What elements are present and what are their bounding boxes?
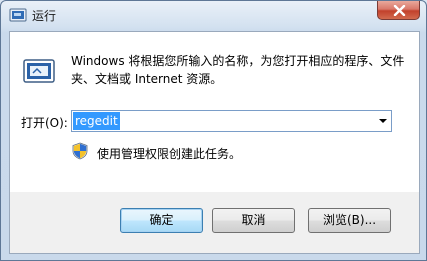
uac-shield-icon (72, 142, 88, 160)
dialog-client-area: Windows 将根据您所输入的名称，为您打开相应的程序、文件夹、文档或 Int… (9, 31, 420, 254)
dialog-description: Windows 将根据您所输入的名称，为您打开相应的程序、文件夹、文档或 Int… (71, 54, 405, 86)
chevron-down-icon[interactable] (379, 119, 387, 123)
open-label: 打开(O): (21, 116, 68, 130)
command-combobox[interactable]: regedit (71, 110, 392, 132)
browse-button[interactable]: 浏览(B)... (308, 208, 391, 233)
close-icon (393, 5, 406, 16)
run-program-icon (23, 59, 55, 83)
command-input[interactable]: regedit (73, 112, 120, 130)
cancel-button[interactable]: 取消 (212, 208, 295, 233)
run-window-icon (9, 8, 27, 22)
title-bar[interactable]: 运行 (1, 1, 426, 31)
content-panel: Windows 将根据您所输入的名称，为您打开相应的程序、文件夹、文档或 Int… (10, 32, 419, 192)
run-dialog-window: 运行 Windows 将根据您所输入的名称，为您打开相应的程序、文件夹、文档或 … (0, 0, 427, 261)
admin-privilege-note: 使用管理权限创建此任务。 (97, 147, 242, 161)
ok-button[interactable]: 确定 (120, 208, 203, 233)
close-button[interactable] (377, 1, 420, 20)
window-title: 运行 (32, 9, 57, 23)
